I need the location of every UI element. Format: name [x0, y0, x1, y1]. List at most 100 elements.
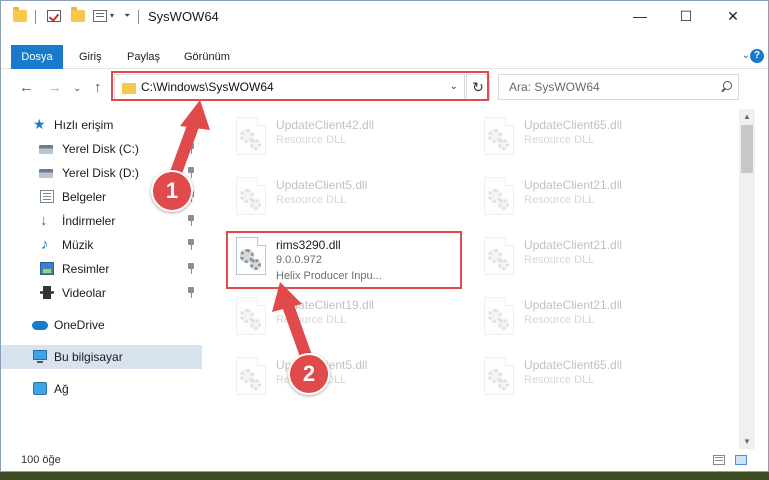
- search-input[interactable]: Ara: SysWOW64: [509, 80, 600, 94]
- sidebar-item-label: OneDrive: [54, 318, 105, 332]
- pin-icon[interactable]: [187, 143, 195, 154]
- address-path[interactable]: C:\Windows\SysWOW64: [141, 80, 274, 94]
- pictures-icon: [40, 262, 54, 275]
- tab-view[interactable]: Görünüm: [184, 45, 230, 69]
- file-description: Resource DLL: [524, 254, 595, 266]
- tab-file[interactable]: Dosya: [11, 45, 63, 69]
- computer-icon: [33, 350, 47, 363]
- toolbar-separator: [35, 10, 36, 24]
- tab-share[interactable]: Paylaş: [127, 45, 160, 69]
- search-icon[interactable]: [720, 81, 732, 93]
- back-arrow-icon[interactable]: ←: [19, 79, 34, 96]
- sidebar-item-local-disk-c[interactable]: Yerel Disk (C:): [1, 137, 202, 161]
- dll-file-icon: [232, 177, 270, 221]
- file-name: UpdateClient21.dll: [524, 298, 623, 312]
- file-item-rims3290[interactable]: rims3290.dll 9.0.0.972 Helix Producer In…: [224, 233, 464, 285]
- item-count: 100 öğe: [21, 454, 61, 466]
- file-item[interactable]: UpdateClient19.dll Resource DLL: [224, 293, 464, 345]
- file-item[interactable]: UpdateClient5.dll Resource DLL: [224, 353, 464, 405]
- sidebar-item-label: Videolar: [62, 286, 106, 300]
- file-description: Helix Producer Inpu...: [276, 270, 382, 282]
- dll-file-icon: [480, 237, 518, 281]
- file-name: UpdateClient5.dll: [276, 178, 368, 192]
- close-button[interactable]: ✕: [710, 1, 756, 31]
- file-description: Resource DLL: [276, 314, 347, 326]
- file-list: UpdateClient42.dll Resource DLL UpdateCl…: [212, 109, 739, 449]
- qat-dropdown-icon[interactable]: ▾: [110, 11, 114, 20]
- cloud-icon: [32, 321, 48, 330]
- tiles-view-icon[interactable]: [735, 455, 747, 465]
- up-arrow-icon[interactable]: ↑: [94, 79, 102, 96]
- pin-icon[interactable]: [187, 263, 195, 274]
- file-item[interactable]: UpdateClient21.dll Resource DLL: [472, 173, 712, 225]
- file-description: Resource DLL: [524, 314, 595, 326]
- rename-icon[interactable]: [93, 10, 107, 22]
- dll-file-icon: [480, 117, 518, 161]
- explorer-window: ▾ ⏷ SysWOW64 — ☐ ✕ Dosya Giriş Paylaş Gö…: [0, 0, 769, 472]
- sidebar-item-downloads[interactable]: ↓ İndirmeler: [1, 209, 202, 233]
- step-badge-2: 2: [288, 353, 330, 395]
- dll-file-icon: [480, 357, 518, 401]
- new-folder-icon[interactable]: [71, 7, 85, 22]
- maximize-button[interactable]: ☐: [663, 1, 709, 31]
- address-dropdown-icon[interactable]: ⌄: [450, 81, 458, 92]
- drive-icon: [39, 169, 53, 178]
- dll-file-icon: [480, 177, 518, 221]
- minimize-button[interactable]: —: [617, 1, 663, 31]
- sidebar-item-network[interactable]: Ağ: [1, 377, 202, 401]
- sidebar-item-pictures[interactable]: Resimler: [1, 257, 202, 281]
- videos-icon: [40, 286, 54, 299]
- sidebar-item-label: Resimler: [62, 262, 110, 276]
- address-bar[interactable]: C:\Windows\SysWOW64 ⌄: [114, 74, 465, 100]
- file-item[interactable]: UpdateClient21.dll Resource DLL: [472, 233, 712, 285]
- vertical-scrollbar[interactable]: ▲ ▼: [739, 109, 755, 449]
- sidebar-item-label: İndirmeler: [62, 214, 116, 228]
- sidebar-item-this-pc[interactable]: Bu bilgisayar: [1, 345, 202, 369]
- sidebar-item-onedrive[interactable]: OneDrive: [1, 313, 202, 337]
- file-name: UpdateClient65.dll: [524, 358, 623, 372]
- file-item[interactable]: UpdateClient21.dll Resource DLL: [472, 293, 712, 345]
- pin-icon[interactable]: [187, 167, 195, 178]
- details-view-icon[interactable]: [713, 455, 725, 465]
- help-icon[interactable]: ?: [750, 49, 764, 63]
- recent-locations-icon[interactable]: ⌄: [73, 83, 81, 94]
- star-icon: ★: [33, 116, 46, 132]
- navigation-pane: ★ Hızlı erişim Yerel Disk (C:) Yerel Dis…: [1, 109, 202, 449]
- scrollbar-thumb[interactable]: [741, 125, 753, 173]
- scroll-down-arrow-icon[interactable]: ▼: [743, 437, 751, 446]
- sidebar-item-label: Müzik: [62, 238, 94, 252]
- network-icon: [33, 382, 47, 395]
- sidebar-item-quick-access[interactable]: ★ Hızlı erişim: [1, 113, 202, 137]
- refresh-button[interactable]: ↻: [466, 74, 490, 100]
- sidebar-item-label: Yerel Disk (D:): [62, 166, 139, 180]
- search-box[interactable]: Ara: SysWOW64: [498, 74, 739, 100]
- qat-customize-icon[interactable]: ⏷: [124, 11, 130, 21]
- pin-icon[interactable]: [187, 215, 195, 226]
- scroll-up-arrow-icon[interactable]: ▲: [743, 112, 751, 121]
- sidebar-item-videos[interactable]: Videolar: [1, 281, 202, 305]
- file-description: Resource DLL: [276, 194, 347, 206]
- music-icon: ♪: [41, 236, 49, 253]
- file-name: UpdateClient21.dll: [524, 238, 623, 252]
- dll-file-icon: [480, 297, 518, 341]
- drive-icon: [39, 145, 53, 154]
- file-item[interactable]: UpdateClient5.dll Resource DLL: [224, 173, 464, 225]
- file-item[interactable]: UpdateClient65.dll Resource DLL: [472, 113, 712, 165]
- title-bar: ▾ ⏷ SysWOW64 — ☐ ✕: [1, 1, 768, 33]
- pin-icon[interactable]: [187, 287, 195, 298]
- sidebar-item-label: Bu bilgisayar: [54, 350, 123, 364]
- file-item[interactable]: UpdateClient65.dll Resource DLL: [472, 353, 712, 405]
- pin-icon[interactable]: [187, 239, 195, 250]
- properties-check-icon[interactable]: [47, 10, 61, 22]
- tab-home[interactable]: Giriş: [79, 45, 102, 69]
- dll-file-icon: [232, 357, 270, 401]
- forward-arrow-icon[interactable]: →: [47, 79, 62, 96]
- file-item[interactable]: UpdateClient42.dll Resource DLL: [224, 113, 464, 165]
- sidebar-item-label: Ağ: [54, 382, 69, 396]
- dll-file-icon: [232, 237, 270, 281]
- ribbon-expand-icon[interactable]: ⌄: [742, 50, 750, 61]
- sidebar-item-label: Belgeler: [62, 190, 107, 204]
- sidebar-item-label: Yerel Disk (C:): [62, 142, 139, 156]
- sidebar-item-music[interactable]: ♪ Müzik: [1, 233, 202, 257]
- download-icon: ↓: [40, 212, 48, 229]
